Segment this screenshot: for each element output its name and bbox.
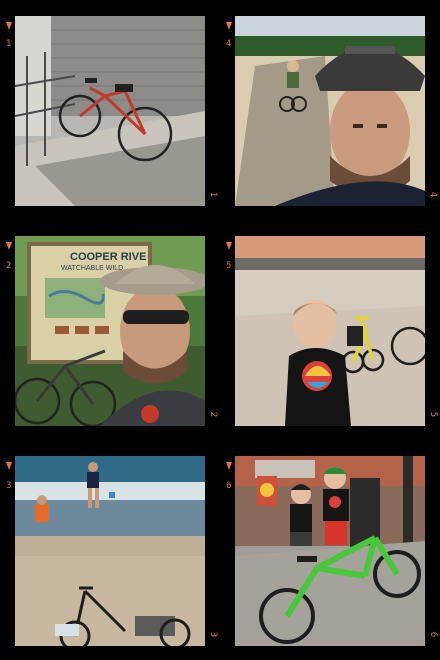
photo-beach-child (235, 236, 425, 426)
frame-number-1-bottom: 1 (208, 191, 219, 198)
frame-number-2-top: 2 (6, 261, 12, 271)
frame-number-6-bottom: 6 (428, 631, 439, 638)
photo-frame-helmet-selfie (235, 16, 425, 206)
frame-number-1-top: 1 (6, 39, 12, 49)
contact-sheet: COOPER RIVE WATCHABLE WILD 1 1 4 4 2 2 5… (0, 0, 440, 660)
frame-number-3-bottom: 3 (208, 631, 219, 638)
photo-green-bike (235, 456, 425, 646)
frame-number-4-top: 4 (226, 39, 232, 49)
frame-number-3-top: 3 (6, 481, 12, 491)
photo-bike-railing (15, 16, 205, 206)
photo-frame-green-bike (235, 456, 425, 646)
photo-frame-trail-sign: COOPER RIVE WATCHABLE WILD (15, 236, 205, 426)
photo-helmet-selfie (235, 16, 425, 206)
photo-frame-surf-kids (15, 456, 205, 646)
frame-number-5-bottom: 5 (428, 411, 439, 418)
film-marker-icon (6, 22, 12, 30)
film-marker-icon (6, 242, 12, 250)
sign-subtitle: WATCHABLE WILD (61, 265, 123, 272)
film-marker-icon (226, 462, 232, 470)
frame-number-6-top: 6 (226, 481, 232, 491)
frame-number-4-bottom: 4 (428, 191, 439, 198)
photo-trail-sign: COOPER RIVE WATCHABLE WILD (15, 236, 205, 426)
sign-title: COOPER RIVE (70, 251, 146, 263)
photo-frame-beach-child (235, 236, 425, 426)
frame-number-2-bottom: 2 (208, 411, 219, 418)
photo-surf-kids (15, 456, 205, 646)
frame-number-5-top: 5 (226, 261, 232, 271)
film-marker-icon (226, 22, 232, 30)
film-marker-icon (6, 462, 12, 470)
film-marker-icon (226, 242, 232, 250)
photo-frame-bike-railing (15, 16, 205, 206)
